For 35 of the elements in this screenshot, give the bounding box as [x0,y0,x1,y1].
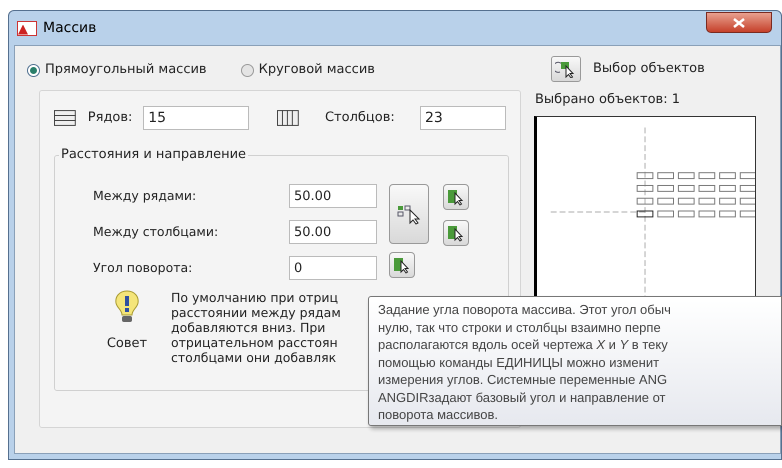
array-type-radio[interactable]: Круговой массив [240,60,375,80]
close-icon [733,18,745,28]
array-type-radio[interactable]: Прямоугольный массив [27,60,207,80]
group-title: Расстояния и направление [59,146,248,164]
select-objects-button[interactable] [551,56,581,82]
distance-input[interactable]: 50.00 [289,184,377,208]
select-cursor-icon [555,60,577,78]
columns-input[interactable]: 23 [420,106,506,130]
field-label: Между столбцами: [93,222,220,241]
tip-text: По умолчанию при отриц расстоянии между рядам добавляются вниз. При отрицательном расстоян столбцами они добавляк [171,290,341,365]
selected-count: Выбрано объектов: 1 [535,91,681,109]
cursor-square-icon [393,256,411,274]
rows-icon [54,110,76,126]
app-logo-icon [17,20,37,36]
tip-label: Совет [106,335,148,353]
distance-input[interactable]: 50.00 [289,220,377,244]
rows-input[interactable]: 15 [143,106,250,130]
window-title: Массив [43,18,96,38]
tooltip-text: Задание угла поворота массива. Этот угол обыч нулю, так что строки и столбцы взаимно перпе располагаются вдоль осей чертежа X и Y в теку помощью команды ЕДИНИЦЫ можно изменит измерения углов. Системные переменные ANG ANGDIRзадают базовый угол и направление от поворота массивов. [378,301,672,424]
rows-label: Рядов: [88,109,134,128]
grid-cursor-icon [397,203,421,225]
columns-label: Столбцов: [324,109,396,128]
distance-input[interactable]: 0 [289,256,377,280]
select-objects-label: Выбор объектов [593,60,705,78]
columns-icon [277,110,299,126]
pick-both-button[interactable] [389,184,429,244]
pick-angle-button[interactable] [389,252,415,278]
cursor-square-icon [447,188,465,206]
cursor-square-icon [447,224,465,242]
pick-row-button[interactable] [443,184,469,210]
field-label: Между рядами: [93,186,198,205]
close-button[interactable] [706,12,772,33]
pick-column-button[interactable] [443,220,469,246]
lightbulb-icon [114,290,140,324]
field-label: Угол поворота: [93,258,194,277]
